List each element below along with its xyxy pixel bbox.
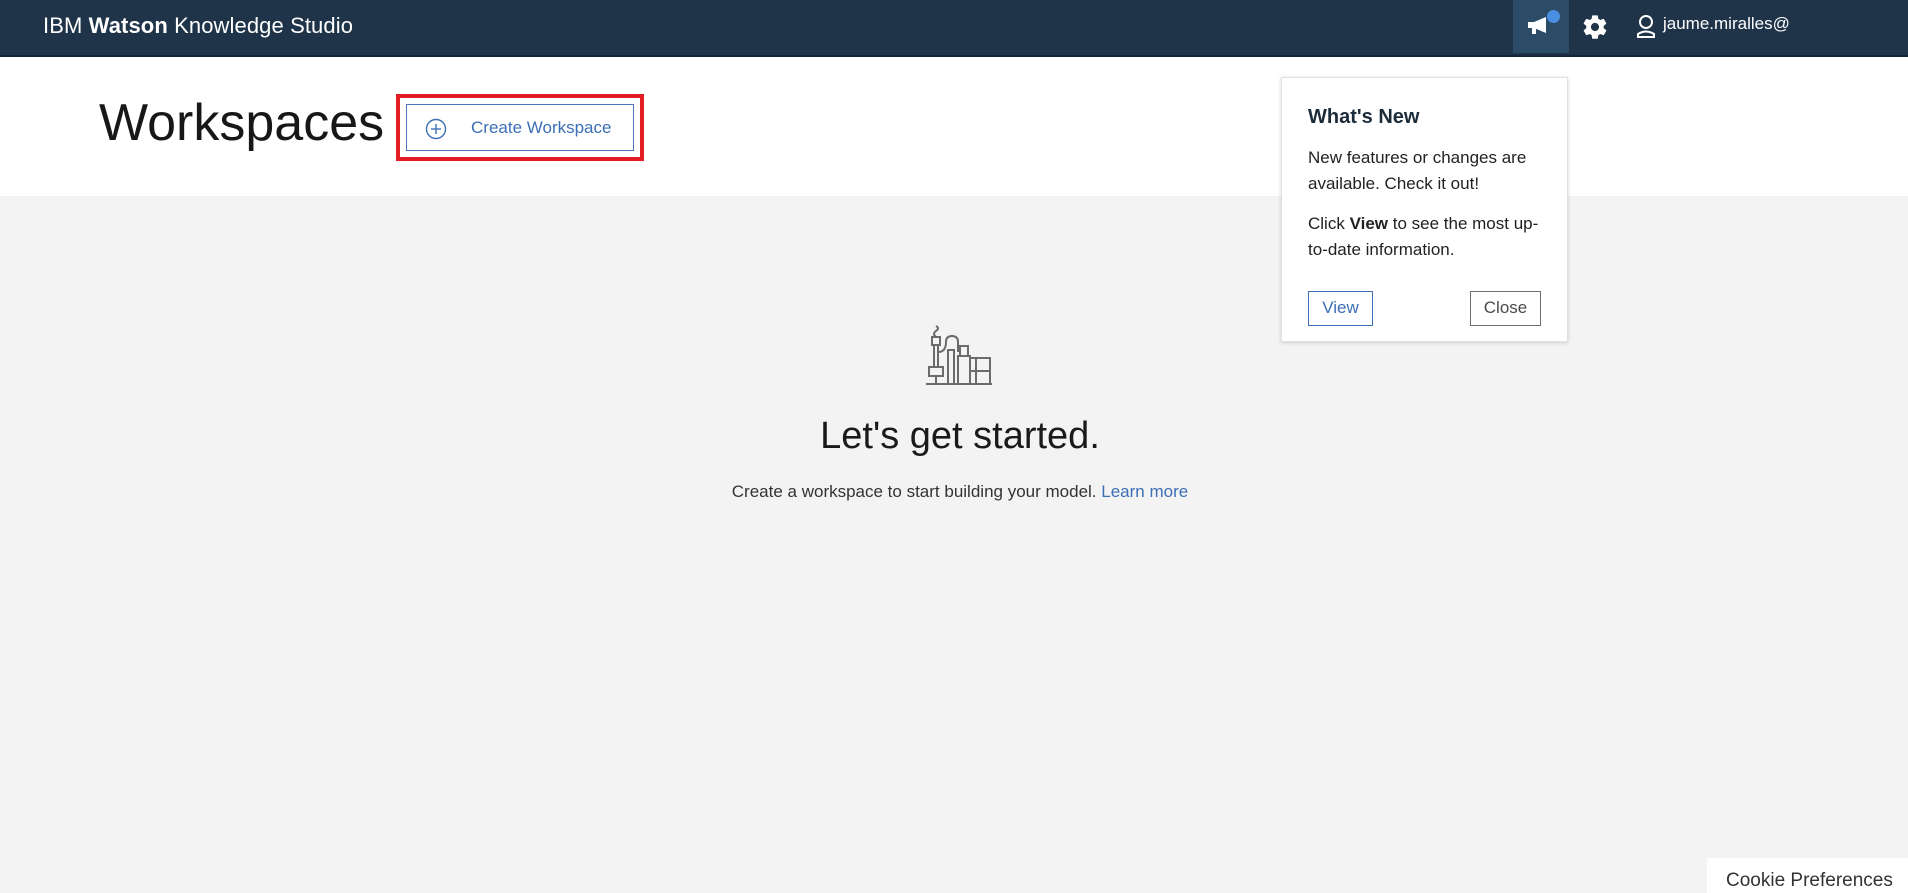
whats-new-button[interactable] [1513, 0, 1569, 53]
empty-state-description: Create a workspace to start building you… [0, 482, 1908, 502]
instructions-prefix: Click [1308, 214, 1345, 233]
app-brand[interactable]: IBM Watson Knowledge Studio [43, 13, 353, 39]
brand-bold: Watson [88, 13, 168, 38]
brand-prefix: IBM [43, 13, 83, 38]
instructions-bold: View [1349, 214, 1389, 233]
create-workspace-button[interactable]: Create Workspace [406, 104, 634, 151]
user-icon [1637, 15, 1655, 38]
popover-title: What's New [1308, 106, 1420, 128]
view-button[interactable]: View [1308, 291, 1373, 326]
brand-suffix: Knowledge Studio [174, 13, 354, 38]
close-button[interactable]: Close [1470, 291, 1541, 326]
gear-icon [1583, 15, 1607, 39]
page-title: Workspaces [99, 94, 385, 152]
create-workspace-label: Create Workspace [471, 118, 612, 137]
whats-new-popover: What's New New features or changes are a… [1281, 77, 1568, 342]
notification-dot [1547, 10, 1560, 23]
empty-state-illustration [924, 322, 994, 395]
empty-state-title: Let's get started. [820, 415, 1100, 457]
cookie-preferences-button[interactable]: Cookie Preferences [1707, 858, 1908, 893]
user-name: jaume.miralles@ [1663, 14, 1790, 33]
popover-instructions: Click View to see the most up-to-date in… [1308, 211, 1548, 263]
factory-icon [926, 325, 992, 385]
popover-text: New features or changes are available. C… [1308, 148, 1527, 193]
top-nav-bar: IBM Watson Knowledge Studio jaume.mirall… [0, 0, 1908, 57]
settings-button[interactable] [1581, 13, 1609, 41]
learn-more-link[interactable]: Learn more [1101, 482, 1188, 501]
empty-state-text: Create a workspace to start building you… [731, 482, 1097, 501]
page-header: Workspaces Create Workspace [0, 57, 1908, 196]
plus-circle-icon [425, 118, 447, 140]
